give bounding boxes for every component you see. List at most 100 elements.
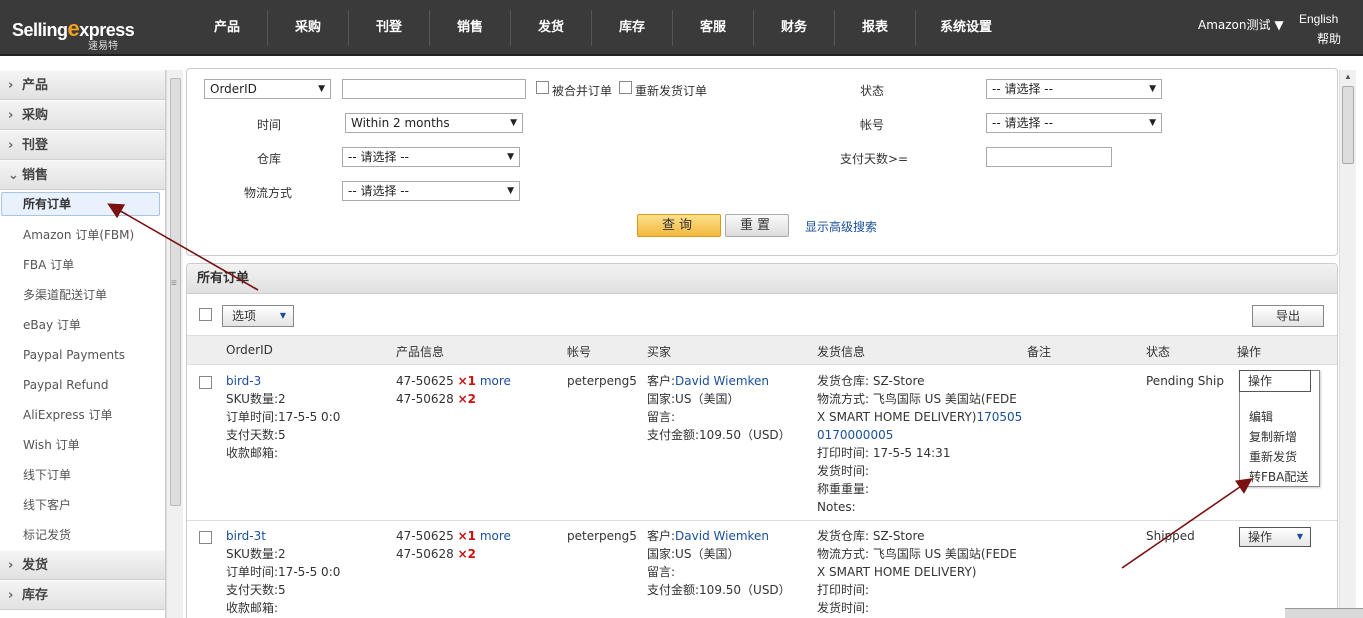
sidebar-item-offline-customers[interactable]: 线下客户 (0, 490, 165, 520)
main-scrollbar[interactable]: ▲ (1339, 70, 1356, 618)
account-select[interactable]: -- 请选择 -- ▼ (986, 113, 1162, 133)
dropdown-arrow-icon: ▼ (279, 311, 286, 320)
sidebar-item-fba-orders[interactable]: FBA 订单 (0, 250, 165, 280)
nav-shipping[interactable]: 发货 (511, 10, 592, 46)
sidebar-group-purchase[interactable]: › 采购 (0, 100, 165, 130)
chevron-right-icon: › (8, 108, 14, 123)
col-product-info: 产品信息 (396, 345, 445, 359)
status-badge: Shipped (1146, 529, 1195, 543)
sidebar-group-product[interactable]: › 产品 (0, 70, 165, 100)
operations-dropdown-menu: 操作 编辑 复制新增 重新发货 转FBA配送 (1239, 370, 1320, 487)
row-checkbox[interactable] (199, 531, 212, 544)
status-select[interactable]: -- 请选择 -- ▼ (986, 79, 1162, 99)
buyer-link[interactable]: David Wiemken (675, 374, 769, 388)
resend-orders-checkbox[interactable] (619, 81, 632, 94)
orders-panel: 所有订单 选项 ▼ 导出 OrderID 产品信息 帐号 买家 发货信息 备注 状… (186, 263, 1338, 618)
time-select[interactable]: Within 2 months ▼ (345, 113, 523, 133)
nav-reports[interactable]: 报表 (835, 10, 916, 46)
order-id-link[interactable]: bird-3 (226, 372, 340, 390)
language-link[interactable]: English (1299, 12, 1338, 26)
sidebar: › 产品 › 采购 › 刊登 ⌄ 销售 所有订单 Amazon 订单(FBM) FBA … (0, 70, 166, 618)
advanced-search-link[interactable]: 显示高级搜索 (805, 218, 877, 235)
system-tray (1285, 608, 1363, 618)
selling-express-logo[interactable]: Sellingexpress 速易特 (12, 12, 152, 52)
reset-button[interactable]: 重置 (725, 214, 789, 237)
main-content: OrderID ▼ 被合并订单 重新发货订单 状态 -- 请选择 -- ▼ 时间 W… (186, 68, 1338, 618)
select-all-checkbox[interactable] (199, 308, 212, 321)
scroll-up-icon[interactable]: ▲ (1344, 72, 1352, 81)
orders-panel-title: 所有订单 (187, 264, 1337, 294)
chevron-right-icon: › (8, 78, 14, 93)
sidebar-item-all-orders[interactable]: 所有订单 (1, 192, 160, 216)
help-link[interactable]: 帮助 (1317, 30, 1341, 47)
sidebar-group-sales[interactable]: ⌄ 销售 (0, 160, 165, 190)
tracking-link-cont[interactable]: 0170000005 (817, 426, 1022, 444)
sidebar-item-wish-orders[interactable]: Wish 订单 (0, 430, 165, 460)
sidebar-item-mark-shipped[interactable]: 标记发货 (0, 520, 165, 550)
sidebar-scrollbar[interactable]: ≡ (166, 70, 183, 618)
options-button[interactable]: 选项 ▼ (222, 305, 294, 327)
sidebar-item-ebay-orders[interactable]: eBay 订单 (0, 310, 165, 340)
search-input[interactable] (342, 79, 526, 99)
dropdown-arrow-icon: ▼ (507, 152, 514, 162)
chevron-right-icon: › (8, 138, 14, 153)
warehouse-label: 仓库 (257, 152, 282, 166)
col-orderid[interactable]: OrderID (226, 343, 273, 357)
sidebar-item-multichannel[interactable]: 多渠道配送订单 (0, 280, 165, 310)
operations-button[interactable]: 操作 (1239, 370, 1311, 392)
pay-days-label: 支付天数>= (840, 152, 909, 166)
nav-product[interactable]: 产品 (187, 10, 268, 46)
status-label: 状态 (860, 84, 885, 98)
main-scroll-thumb[interactable] (1342, 86, 1354, 164)
pay-days-input[interactable] (986, 147, 1112, 167)
dropdown-arrow-icon: ▼ (507, 186, 514, 196)
menu-item-edit[interactable]: 编辑 (1249, 408, 1273, 425)
buyer-link[interactable]: David Wiemken (675, 529, 769, 543)
sidebar-item-paypal-refund[interactable]: Paypal Refund (0, 370, 165, 400)
sidebar-item-offline-orders[interactable]: 线下订单 (0, 460, 165, 490)
operations-button[interactable]: 操作 ▼ (1239, 527, 1311, 547)
sidebar-scroll-thumb[interactable] (170, 78, 181, 506)
search-field-select[interactable]: OrderID ▼ (204, 79, 331, 99)
menu-item-copy-new[interactable]: 复制新增 (1249, 428, 1297, 445)
dropdown-arrow-icon: ▼ (318, 84, 325, 94)
menu-item-to-fba[interactable]: 转FBA配送 (1249, 468, 1308, 485)
dropdown-arrow-icon: ▼ (1149, 118, 1156, 128)
shipping-method-select[interactable]: -- 请选择 -- ▼ (342, 181, 520, 201)
sidebar-item-amazon-fbm[interactable]: Amazon 订单(FBM) (0, 220, 165, 250)
tracking-link[interactable]: 170505 (976, 410, 1022, 424)
dropdown-arrow-icon: ▼ (510, 118, 517, 128)
warehouse-select[interactable]: -- 请选择 -- ▼ (342, 147, 520, 167)
order-id-link[interactable]: bird-3t (226, 527, 340, 545)
col-status: 状态 (1146, 345, 1171, 359)
menu-item-resend[interactable]: 重新发货 (1249, 448, 1297, 465)
merged-orders-checkbox[interactable] (536, 81, 549, 94)
nav-sales[interactable]: 销售 (430, 10, 511, 46)
more-products-link[interactable]: more (480, 529, 511, 543)
search-panel: OrderID ▼ 被合并订单 重新发货订单 状态 -- 请选择 -- ▼ 时间 W… (186, 68, 1338, 256)
grip-icon: ≡ (171, 278, 177, 289)
sidebar-item-paypal-payments[interactable]: Paypal Payments (0, 340, 165, 370)
sidebar-group-shipping[interactable]: › 发货 (0, 550, 165, 580)
more-products-link[interactable]: more (480, 374, 511, 388)
account-dropdown[interactable]: Amazon测试 ▼ (1198, 16, 1284, 33)
nav-settings[interactable]: 系统设置 (916, 10, 1016, 46)
col-remarks: 备注 (1027, 345, 1052, 359)
sidebar-item-aliexpress-orders[interactable]: AliExpress 订单 (0, 400, 165, 430)
dropdown-arrow-icon: ▼ (1296, 532, 1303, 541)
nav-finance[interactable]: 财务 (754, 10, 835, 46)
sidebar-group-inventory[interactable]: › 库存 (0, 580, 165, 610)
nav-customer-service[interactable]: 客服 (673, 10, 754, 46)
top-bar: Sellingexpress 速易特 产品 采购 刊登 销售 发货 库存 客服 … (0, 0, 1363, 56)
table-row: bird-3t SKU数量:2 订单时间:17-5-5 0:0 支付天数:5 收… (187, 521, 1337, 618)
col-shipping-info: 发货信息 (817, 345, 866, 359)
query-button[interactable]: 查询 (637, 214, 721, 237)
orders-table-header: OrderID 产品信息 帐号 买家 发货信息 备注 状态 操作 (187, 335, 1337, 365)
merged-orders-label: 被合并订单 (552, 84, 613, 98)
row-checkbox[interactable] (199, 376, 212, 389)
sidebar-group-listing[interactable]: › 刊登 (0, 130, 165, 160)
export-button[interactable]: 导出 (1252, 305, 1324, 327)
nav-listing[interactable]: 刊登 (349, 10, 430, 46)
nav-inventory[interactable]: 库存 (592, 10, 673, 46)
nav-purchase[interactable]: 采购 (268, 10, 349, 46)
